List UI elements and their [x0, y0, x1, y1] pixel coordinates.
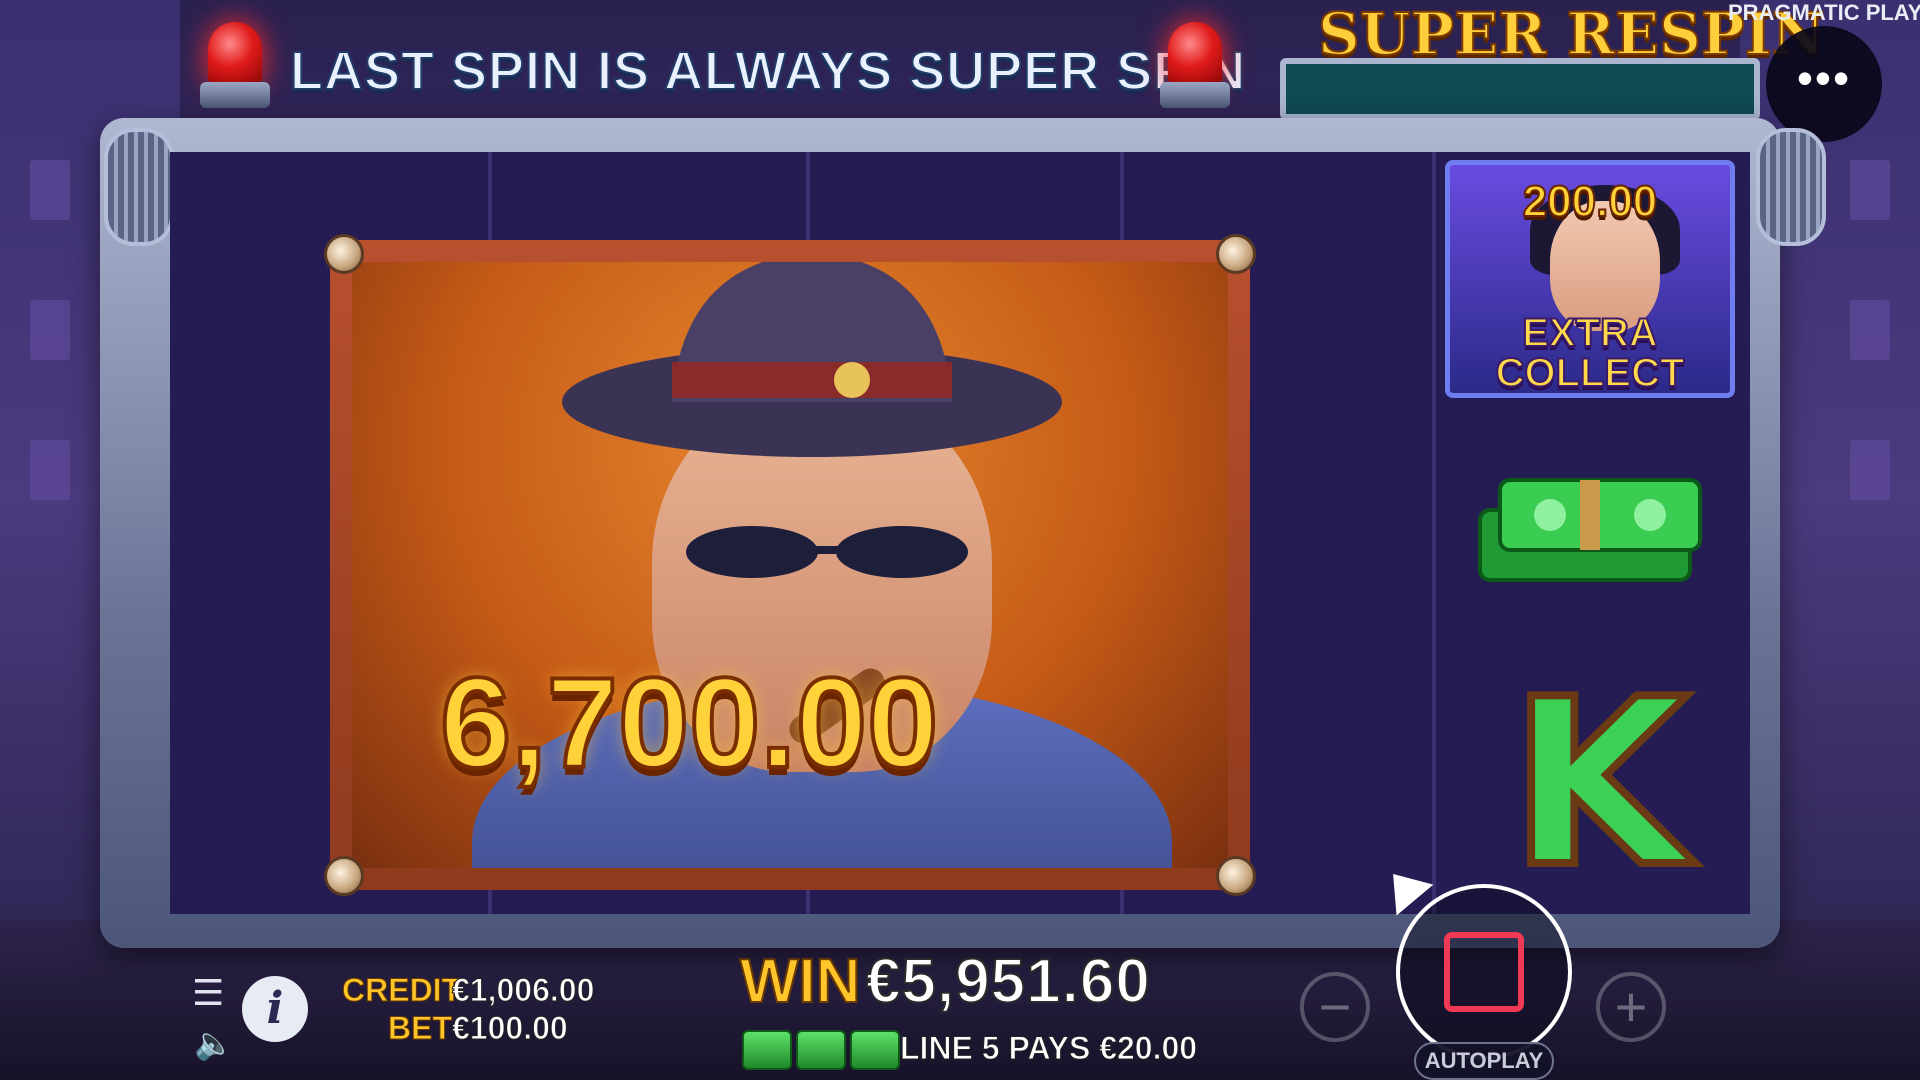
bet-label: BET — [388, 1010, 453, 1047]
bet-value: €100.00 — [452, 1010, 569, 1047]
collect-label-line2: COLLECT — [1495, 351, 1686, 395]
reel-divider — [1432, 152, 1436, 914]
window-light — [1850, 300, 1890, 360]
cash-icon — [742, 1030, 792, 1070]
window-light — [30, 440, 70, 500]
siren-light-icon — [200, 22, 270, 112]
window-light — [30, 160, 70, 220]
window-light — [1850, 440, 1890, 500]
win-label: WIN — [739, 946, 862, 1017]
siren-light-icon — [1160, 22, 1230, 112]
big-symbol-amount: 6,700.00 — [438, 650, 940, 797]
credit-label: CREDIT — [341, 972, 462, 1009]
banner-text: LAST SPIN IS ALWAYS SUPER SPIN — [289, 40, 1247, 102]
sunglasses-icon — [686, 526, 968, 578]
line-pays-text: LINE 5 PAYS €20.00 — [899, 1030, 1198, 1067]
speaker-grille — [104, 128, 174, 246]
credit-value: €1,006.00 — [451, 972, 595, 1009]
cash-icon — [850, 1030, 900, 1070]
hat-icon — [562, 262, 1062, 457]
info-button[interactable]: i — [242, 976, 308, 1042]
sound-icon[interactable]: 🔈 — [194, 1024, 234, 1062]
extra-collect-symbol: 200.00 EXTRA COLLECT — [1445, 160, 1735, 398]
window-light — [1850, 160, 1890, 220]
frame-bolt-icon — [1216, 856, 1256, 896]
win-value: €5,951.60 — [865, 946, 1151, 1017]
super-respin-bar — [1280, 58, 1760, 120]
top-banner: LAST SPIN IS ALWAYS SUPER SPIN — [200, 22, 1260, 112]
frame-bolt-icon — [1216, 234, 1256, 274]
menu-button[interactable]: ••• — [1766, 26, 1882, 142]
autoplay-button[interactable]: AUTOPLAY — [1414, 1042, 1554, 1080]
stop-icon[interactable] — [1444, 932, 1524, 1012]
brand-logo: PRAGMATIC PLAY — [1728, 0, 1920, 25]
frame-bolt-icon — [324, 234, 364, 274]
frame-bolt-icon — [324, 856, 364, 896]
hamburger-menu-icon[interactable]: ☰ — [192, 972, 224, 1014]
collect-amount: 200.00 — [1522, 176, 1659, 227]
cash-stack-icon — [1478, 478, 1702, 582]
bet-increase-button[interactable]: + — [1596, 972, 1666, 1042]
cash-icon — [796, 1030, 846, 1070]
speaker-grille — [1756, 128, 1826, 246]
collect-label-line1: EXTRA — [1521, 311, 1659, 355]
collect-label: EXTRA COLLECT — [1450, 311, 1730, 395]
k-symbol: K — [1506, 651, 1692, 918]
bet-decrease-button[interactable]: − — [1300, 972, 1370, 1042]
window-light — [30, 300, 70, 360]
